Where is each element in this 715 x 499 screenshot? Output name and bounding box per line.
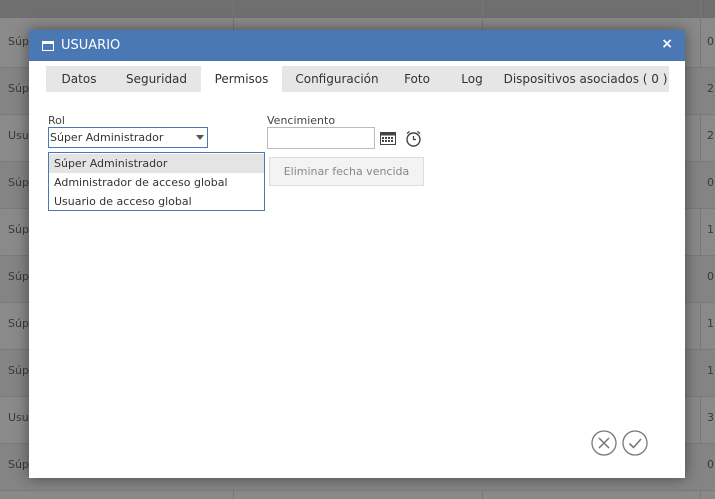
background-cell: Súp (8, 35, 29, 48)
window-icon (42, 40, 54, 51)
calendar-icon[interactable] (380, 131, 396, 145)
tab-datos[interactable]: Datos (46, 66, 112, 92)
rol-dropdown-list: Súper Administrador Administrador de acc… (48, 152, 265, 211)
background-cell: 2 (707, 129, 714, 142)
background-cell: 0 (707, 176, 714, 189)
background-cell: Súp (8, 270, 29, 283)
tab-configuracion[interactable]: Configuración (282, 66, 392, 92)
background-cell: Usu (8, 129, 29, 142)
background-cell: 1 (707, 317, 714, 330)
background-cell: Usu (8, 411, 29, 424)
background-cell: Súp (8, 176, 29, 189)
dialog-title: USUARIO (61, 38, 121, 53)
background-top-bar (0, 0, 715, 18)
clock-icon[interactable] (405, 130, 422, 147)
tab-dispositivos-asociados[interactable]: Dispositivos asociados ( 0 ) (502, 66, 669, 92)
background-cell: 2 (707, 82, 714, 95)
usuario-dialog: USUARIO × Datos Seguridad Permisos Confi… (29, 30, 685, 478)
background-cell: Súp (8, 82, 29, 95)
rol-option[interactable]: Usuario de acceso global (49, 192, 264, 211)
tab-foto[interactable]: Foto (392, 66, 442, 92)
dialog-header: USUARIO × (29, 30, 685, 61)
close-button[interactable]: × (661, 36, 673, 52)
vencimiento-date-input[interactable] (267, 127, 375, 149)
rol-select-value: Súper Administrador (50, 131, 164, 144)
eliminar-fecha-vencida-button[interactable]: Eliminar fecha vencida (269, 157, 424, 186)
background-cell: 3 (707, 411, 714, 424)
confirm-check-icon[interactable] (622, 430, 648, 456)
background-cell: Súp (8, 458, 29, 471)
rol-option[interactable]: Administrador de acceso global (49, 173, 264, 192)
background-cell: Súp (8, 223, 29, 236)
rol-select[interactable]: Súper Administrador (48, 127, 208, 148)
tab-permisos[interactable]: Permisos (201, 66, 282, 92)
rol-label: Rol (48, 114, 65, 127)
tab-seguridad[interactable]: Seguridad (112, 66, 201, 92)
dropdown-arrow-icon[interactable] (196, 135, 204, 140)
tab-log[interactable]: Log (442, 66, 502, 92)
background-cell: 0 (707, 458, 714, 471)
background-cell: 1 (707, 223, 714, 236)
background-cell: 1 (707, 364, 714, 377)
background-cell: Súp (8, 364, 29, 377)
rol-option[interactable]: Súper Administrador (49, 154, 264, 173)
tab-bar: Datos Seguridad Permisos Configuración F… (46, 66, 669, 92)
background-cell: 0 (707, 270, 714, 283)
vencimiento-label: Vencimiento (267, 114, 336, 127)
background-cell: 0 (707, 35, 714, 48)
background-cell: Súp (8, 317, 29, 330)
cancel-circle-icon[interactable] (591, 430, 617, 456)
